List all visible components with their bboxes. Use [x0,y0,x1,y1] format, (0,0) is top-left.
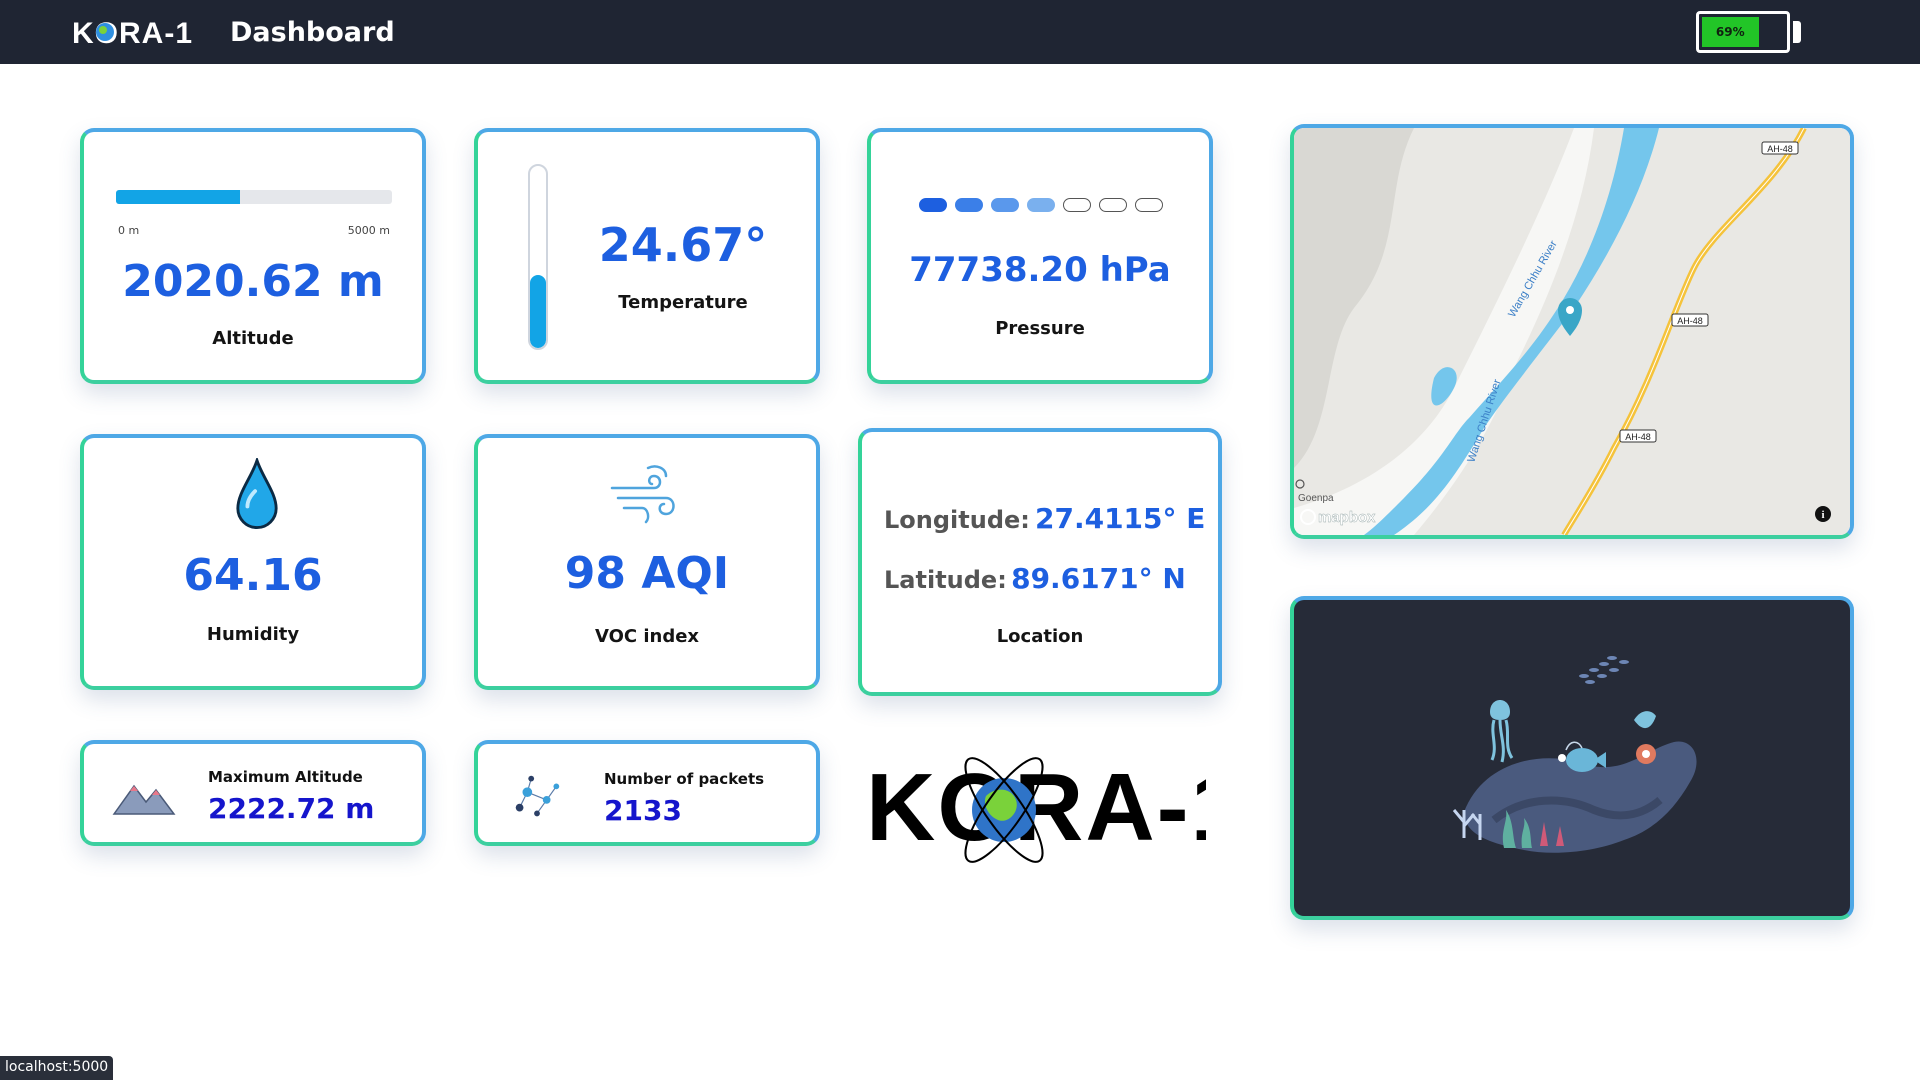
map-canvas[interactable]: Wang Chhu River Wang Chhu River AH-48 AH… [1294,128,1850,535]
altitude-range-min: 0 m [118,224,140,237]
kora-logo: KORA-1 [72,17,193,50]
temperature-label: Temperature [618,292,748,313]
kora-big-logo: KORA-1 [866,754,1206,863]
top-bar: KORA-1 Dashboard 69% [0,0,1920,64]
latitude-value: 89.6171° N [1011,562,1186,595]
pressure-dot [955,198,983,212]
voc-label: VOC index [594,626,700,647]
molecule-network-icon [515,775,560,817]
map-info-button[interactable]: i [1815,506,1831,522]
voc-value: 98 AQI [564,548,730,599]
altitude-progress-fill [116,190,241,204]
brand[interactable]: KORA-1 Dashboard [72,10,395,54]
battery-tip [1793,21,1801,43]
pressure-dot [1063,198,1091,212]
status-url: localhost:5000 [0,1056,114,1080]
mountains-icon [112,784,176,815]
temperature-value: 24.67° [598,218,768,272]
longitude-label: Longitude: [884,506,1030,534]
max-altitude-label: Maximum Altitude [208,768,363,786]
packets-label: Number of packets [604,770,765,788]
wind-icon [610,465,675,524]
pressure-dot [991,198,1019,212]
page-title: Dashboard [230,16,395,48]
battery-level: 69% [1702,17,1759,47]
svg-text:mapbox: mapbox [1318,509,1376,526]
altitude-range-max: 5000 m [347,224,390,237]
svg-text:KORA-1: KORA-1 [866,754,1206,861]
longitude-value: 27.4115° E [1034,502,1206,535]
max-altitude-value: 2222.72 m [208,792,375,825]
humidity-label: Humidity [206,624,300,645]
pressure-dot [1099,198,1127,212]
altitude-progress-bar [116,190,392,204]
pressure-card: 77738.20 hPa Pressure [867,128,1213,384]
svg-text:i: i [1821,509,1824,521]
water-drop-icon [236,458,278,529]
battery-indicator: 69% [1696,11,1790,53]
underwater-illustration-card [1290,596,1854,920]
voc-card: 98 AQI VOC index [474,434,820,690]
packets-card: Number of packets 2133 [474,740,820,846]
temperature-card: 24.67° Temperature [474,128,820,384]
max-altitude-card: Maximum Altitude 2222.72 m [80,740,426,846]
svg-text:KORA-1: KORA-1 [72,17,193,50]
underwater-illustration [1452,656,1697,853]
svg-text:AH-48: AH-48 [1625,432,1651,442]
svg-text:AH-48: AH-48 [1677,316,1703,326]
svg-text:AH-48: AH-48 [1767,144,1793,154]
thermometer-gauge [528,164,548,350]
pressure-value: 77738.20 hPa [909,250,1171,290]
road-shield-2: AH-48 [1671,313,1709,327]
svg-text:Goenpa: Goenpa [1298,493,1334,504]
altitude-label: Altitude [212,328,294,349]
packets-value: 2133 [604,794,682,827]
latitude-row: Latitude: 89.6171° N [884,562,1186,595]
pressure-label: Pressure [995,318,1085,339]
pressure-dot [1027,198,1055,212]
road-shield-1: AH-48 [1761,141,1799,155]
pressure-dot-gauge [919,198,1163,212]
humidity-card: 64.16 Humidity [80,434,426,690]
altitude-value: 2020.62 m [122,256,384,307]
location-card: Longitude: 27.4115° E Latitude: 89.6171°… [858,428,1222,696]
location-label: Location [996,626,1084,647]
altitude-card: 0 m 5000 m 2020.62 m Altitude [80,128,426,384]
road-shield-3: AH-48 [1619,429,1657,443]
thermometer-fill [530,275,546,348]
map-card[interactable]: Wang Chhu River Wang Chhu River AH-48 AH… [1290,124,1854,539]
pressure-dot [919,198,947,212]
pressure-dot [1135,198,1163,212]
latitude-label: Latitude: [884,566,1007,594]
humidity-value: 64.16 [183,550,323,601]
longitude-row: Longitude: 27.4115° E [884,502,1205,535]
